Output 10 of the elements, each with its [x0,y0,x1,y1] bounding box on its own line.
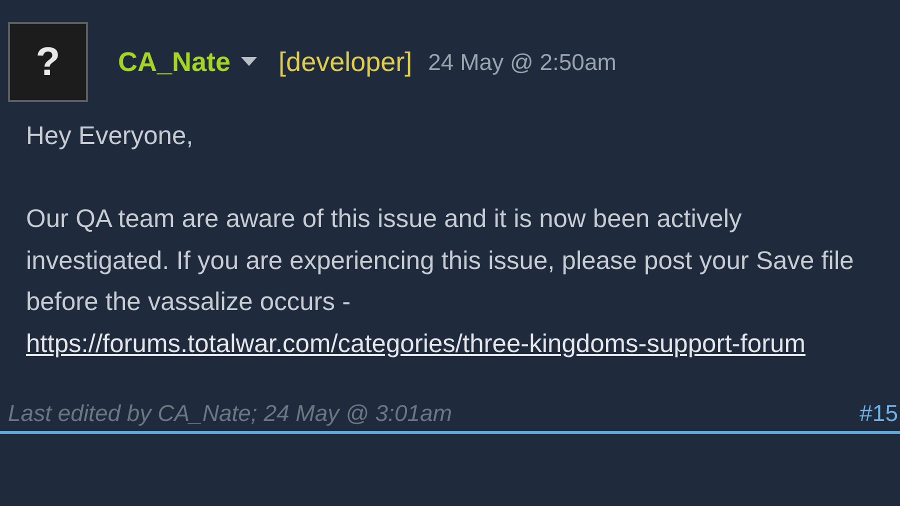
avatar[interactable]: ? [8,22,88,102]
post-date: 24 May @ 2:50am [428,48,616,76]
forum-link[interactable]: https://forums.totalwar.com/categories/three-kingdoms-support-forum [26,324,806,365]
caret-icon[interactable] [240,57,257,67]
edited-note: Last edited by CA_Nate; 24 May @ 3:01am [8,400,452,426]
author-name[interactable]: CA_Nate [118,46,231,78]
post-text: Our QA team are aware of this issue and it is now been actively investigated. If you are experiencing this issue, please post your Save file before the vassalize occurs - [26,204,855,318]
post-text: Hey Everyone, [26,121,194,152]
role-tag: [developer] [278,46,412,78]
post-number[interactable]: #15 [860,400,898,426]
